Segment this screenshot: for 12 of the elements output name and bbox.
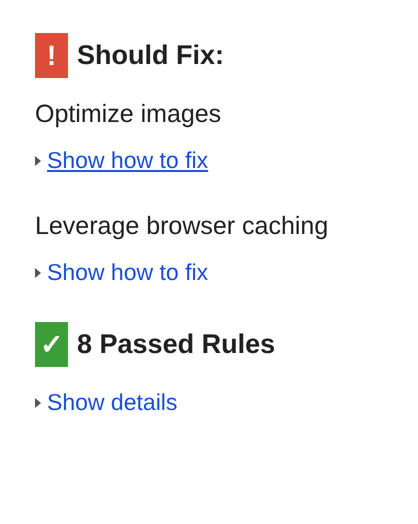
expand-triangle-icon <box>35 156 41 166</box>
warning-icon: ! <box>35 33 68 78</box>
section-title: Should Fix: <box>77 40 224 71</box>
show-link[interactable]: Show how to fix <box>47 147 208 174</box>
expand-triangle-icon <box>35 398 41 408</box>
rule-name: Leverage browser caching <box>35 212 330 241</box>
rule-name: Optimize images <box>35 100 222 129</box>
check-icon: ✓ <box>35 322 68 367</box>
show-link[interactable]: Show how to fix <box>47 259 208 286</box>
expand-triangle-icon <box>35 268 41 278</box>
section-title: 8 Passed Rules <box>77 329 276 360</box>
show-link[interactable]: Show details <box>47 389 178 416</box>
